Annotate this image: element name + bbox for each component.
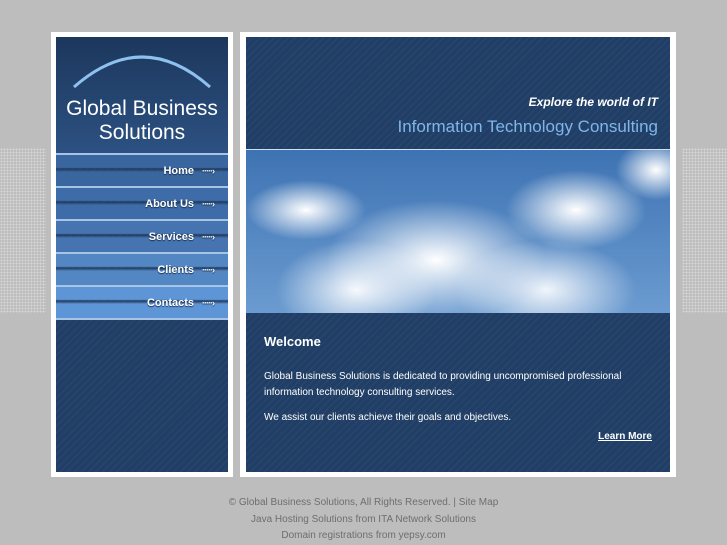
- nav-home[interactable]: Home ·····›: [56, 153, 228, 186]
- nav-contacts[interactable]: Contacts ·····›: [56, 285, 228, 320]
- left-dot-pattern: [0, 148, 46, 313]
- nav-label: Contacts: [146, 296, 195, 309]
- logo[interactable]: Global Business Solutions: [56, 37, 228, 153]
- welcome-section: Welcome Global Business Solutions is ded…: [246, 313, 670, 472]
- sky-image: [246, 149, 670, 314]
- domain-link[interactable]: Domain registrations from yepsy.com: [281, 530, 445, 541]
- nav-label: Home: [163, 164, 195, 177]
- nav-label: Clients: [157, 263, 195, 276]
- header-title: Information Technology Consulting: [397, 117, 658, 136]
- hosting-link[interactable]: Java Hosting Solutions from ITA Network …: [251, 514, 476, 525]
- copyright-text: © Global Business Solutions, All Rights …: [228, 497, 451, 508]
- main-nav: Home ·····› About Us ·····› Services ·····›…: [56, 153, 228, 320]
- header-banner: Explore the world of IT Information Tech…: [246, 37, 670, 149]
- logo-line1: Global Business: [66, 97, 218, 120]
- footer-hosting[interactable]: Java Hosting Solutions from ITA Network …: [0, 514, 727, 525]
- logo-line2: Solutions: [98, 121, 186, 144]
- learn-more-link[interactable]: Learn More: [598, 431, 652, 442]
- arrow-icon: ·····›: [202, 297, 215, 308]
- nav-label: Services: [148, 230, 195, 243]
- nav-clients[interactable]: Clients ·····›: [56, 252, 228, 285]
- welcome-heading: Welcome: [264, 334, 321, 349]
- tagline: Explore the world of IT: [528, 95, 658, 109]
- arrow-icon: ·····›: [202, 165, 215, 176]
- welcome-para2: We assist our clients achieve their goal…: [264, 412, 512, 423]
- nav-about-us[interactable]: About Us ·····›: [56, 186, 228, 219]
- main-panel: Explore the world of IT Information Tech…: [240, 32, 676, 477]
- footer-domain[interactable]: Domain registrations from yepsy.com: [0, 530, 727, 541]
- footer-copyright: © Global Business Solutions, All Rights …: [0, 497, 727, 508]
- arrow-icon: ·····›: [202, 264, 215, 275]
- welcome-para1: Global Business Solutions is dedicated t…: [264, 371, 622, 398]
- arrow-icon: ·····›: [202, 231, 215, 242]
- nav-label: About Us: [145, 197, 195, 210]
- logo-arc-icon: [73, 55, 211, 89]
- arrow-icon: ·····›: [202, 198, 215, 209]
- separator: |: [450, 497, 459, 508]
- right-dot-pattern: [682, 148, 727, 313]
- sidebar: Global Business Solutions Home ·····› Abo…: [51, 32, 233, 477]
- nav-services[interactable]: Services ·····›: [56, 219, 228, 252]
- site-map-link[interactable]: Site Map: [459, 497, 498, 508]
